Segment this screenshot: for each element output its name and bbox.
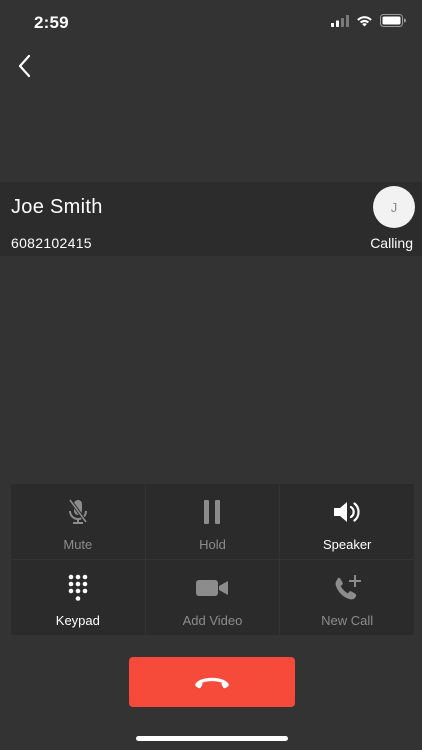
phone-hangup-icon: [195, 677, 229, 689]
call-status: Calling: [370, 235, 413, 251]
hold-button[interactable]: Hold: [145, 484, 280, 559]
contact-band: Joe Smith 6082102415 J Calling: [0, 182, 422, 256]
speaker-label: Speaker: [322, 537, 372, 552]
back-button[interactable]: [10, 50, 38, 82]
status-time: 2:59: [34, 13, 69, 32]
keypad-button[interactable]: Keypad: [11, 560, 145, 635]
pause-icon: [204, 500, 221, 524]
keypad-label: Keypad: [55, 613, 100, 628]
status-bar: 2:59: [0, 0, 422, 44]
contact-number: 6082102415: [11, 235, 92, 251]
end-call-button[interactable]: [129, 657, 295, 707]
avatar: J: [373, 186, 415, 228]
contact-name: Joe Smith: [11, 196, 103, 218]
cellular-signal-icon: [331, 14, 349, 27]
chevron-left-icon: [18, 54, 31, 78]
hold-label: Hold: [199, 537, 226, 552]
add-video-button[interactable]: Add Video: [145, 560, 280, 635]
new-call-button[interactable]: New Call: [280, 560, 414, 635]
microphone-off-icon: [68, 498, 88, 524]
home-indicator: [136, 736, 288, 741]
new-call-label: New Call: [321, 613, 374, 628]
speaker-button[interactable]: Speaker: [280, 484, 414, 559]
wifi-icon: [357, 15, 372, 26]
keypad-icon: [68, 574, 88, 601]
mute-label: Mute: [63, 537, 93, 552]
status-icons: [331, 14, 406, 27]
call-controls: Mute Hold Speaker Keypad Add Video New C…: [11, 484, 414, 635]
video-camera-icon: [196, 580, 229, 596]
phone-plus-icon: [335, 575, 362, 600]
mute-button[interactable]: Mute: [11, 484, 145, 559]
add-video-label: Add Video: [182, 613, 243, 628]
battery-icon: [380, 14, 406, 27]
speaker-icon: [334, 502, 360, 522]
